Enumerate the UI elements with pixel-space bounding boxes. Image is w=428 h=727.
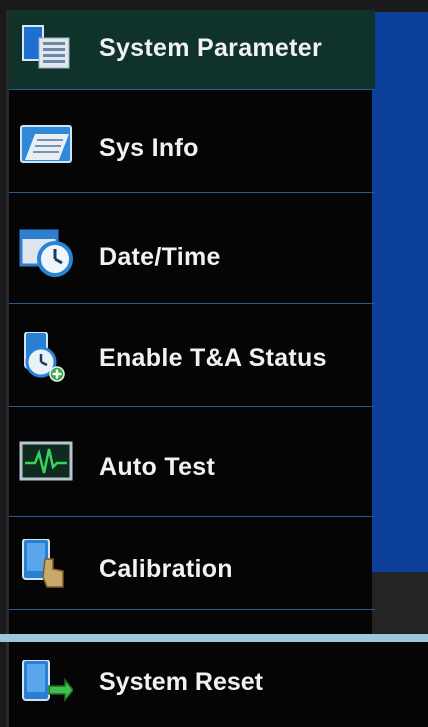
- menu-item-label: Enable T&A Status: [99, 344, 327, 372]
- menu-item-label: System Reset: [99, 668, 263, 696]
- side-panel: [372, 12, 428, 572]
- calibration-icon: [22, 539, 64, 588]
- menu-item-calibration[interactable]: Calibration: [9, 517, 375, 610]
- system-reset-icon: [22, 660, 73, 703]
- menu-item-label: Calibration: [99, 555, 233, 583]
- system-parameter-icon: [22, 25, 70, 69]
- enable-ta-status-icon: [24, 332, 65, 382]
- menu-item-label: Auto Test: [99, 453, 216, 481]
- menu-item-label: Date/Time: [99, 243, 221, 271]
- menu-item-system-reset[interactable]: System Reset: [6, 642, 428, 727]
- menu-list: System Parameter Sys Info Date/Time Enab…: [6, 10, 375, 634]
- menu-screen: System Parameter Sys Info Date/Time Enab…: [0, 0, 428, 727]
- date-time-icon: [19, 229, 73, 277]
- menu-item-sys-info[interactable]: Sys Info: [9, 90, 375, 193]
- menu-item-label: System Parameter: [99, 34, 322, 62]
- menu-item-label: Sys Info: [99, 134, 199, 162]
- menu-item-enable-ta-status[interactable]: Enable T&A Status: [9, 304, 375, 407]
- menu-item-date-time[interactable]: Date/Time: [9, 193, 375, 304]
- menu-item-auto-test[interactable]: Auto Test: [9, 407, 375, 517]
- menu-item-system-parameter[interactable]: System Parameter: [9, 10, 375, 90]
- auto-test-icon: [19, 441, 73, 481]
- separator-bar: [0, 634, 428, 642]
- sys-info-icon: [20, 125, 72, 163]
